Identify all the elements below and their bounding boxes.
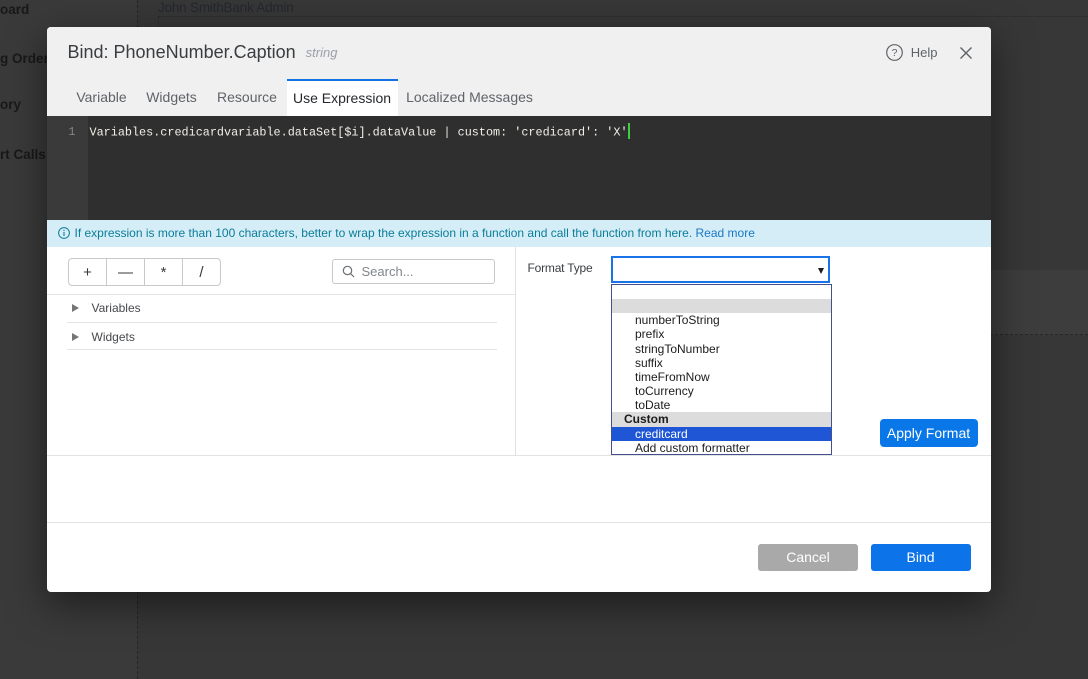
svg-text:?: ? [891, 47, 897, 59]
